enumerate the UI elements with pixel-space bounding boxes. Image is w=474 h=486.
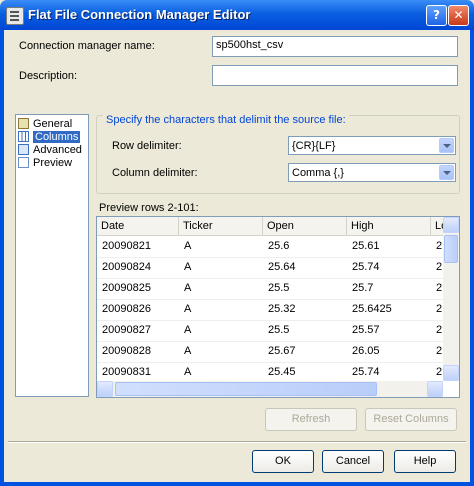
title-help-button[interactable]: ?: [426, 5, 447, 26]
table-cell: 26.05: [352, 345, 380, 357]
horizontal-scrollbar[interactable]: [97, 381, 443, 397]
table-cell: 2: [436, 282, 443, 294]
reset-columns-button[interactable]: Reset Columns: [365, 408, 457, 431]
connection-name-input[interactable]: sp500hst_csv: [212, 36, 458, 57]
advanced-icon: [18, 144, 29, 155]
row-delimiter-value: {CR}{LF}: [292, 140, 336, 152]
scroll-left-button[interactable]: [97, 381, 113, 397]
help-button[interactable]: Help: [394, 450, 456, 473]
window-title: Flat File Connection Manager Editor: [28, 7, 251, 22]
row-delimiter-select[interactable]: {CR}{LF}: [288, 136, 456, 155]
table-row[interactable]: 20090828 A 25.67 26.05 2: [97, 341, 443, 363]
nav-item-label: Preview: [33, 156, 73, 169]
table-cell: A: [184, 303, 192, 315]
row-delimiter-label: Row delimiter:: [112, 140, 182, 152]
column-header-low[interactable]: Lo: [431, 217, 443, 235]
description-input[interactable]: [212, 65, 458, 86]
table-cell: 25.74: [352, 366, 380, 378]
window-frame-bottom: [0, 482, 474, 486]
app-icon[interactable]: [6, 7, 24, 25]
table-cell: 25.74: [352, 261, 380, 273]
table-cell: A: [184, 240, 192, 252]
table-cell: 20090824: [102, 261, 151, 273]
table-cell: 25.61: [352, 240, 380, 252]
table-row[interactable]: 20090825 A 25.5 25.7 2: [97, 278, 443, 300]
preview-grid[interactable]: Date Ticker Open High Lo 20090821 A 25.6 25…: [96, 216, 460, 398]
chevron-down-icon[interactable]: [439, 165, 454, 180]
column-header-high[interactable]: High: [347, 217, 431, 235]
column-delimiter-value: Comma {,}: [292, 167, 344, 179]
table-row[interactable]: 20090827 A 25.5 25.57 2: [97, 320, 443, 342]
general-icon: [18, 118, 29, 129]
scroll-down-button[interactable]: [443, 365, 459, 381]
nav-item-label: General: [33, 117, 73, 130]
table-cell: 25.6: [268, 240, 290, 252]
table-cell: 2: [436, 366, 443, 378]
preview-rows-label: Preview rows 2-101:: [99, 202, 199, 214]
table-cell: 2: [436, 324, 443, 336]
title-close-button[interactable]: ✕: [448, 5, 469, 26]
vertical-scrollbar[interactable]: [443, 217, 459, 381]
columns-icon: [18, 131, 29, 142]
chevron-down-icon[interactable]: [439, 138, 454, 153]
table-cell: 20090827: [102, 324, 151, 336]
preview-icon: [18, 157, 29, 168]
nav-item-columns[interactable]: Columns: [18, 130, 81, 143]
nav-item-general[interactable]: General: [18, 117, 72, 130]
scroll-right-button[interactable]: [427, 381, 443, 397]
window-frame-left: [0, 30, 4, 486]
table-cell: A: [184, 282, 192, 294]
refresh-button[interactable]: Refresh: [265, 408, 357, 431]
table-row[interactable]: 20090826 A 25.32 25.6425 2: [97, 299, 443, 321]
footer-separator: [8, 441, 466, 443]
cancel-button[interactable]: Cancel: [322, 450, 384, 473]
table-cell: 20090821: [102, 240, 151, 252]
table-cell: A: [184, 345, 192, 357]
table-cell: 2: [436, 303, 443, 315]
table-cell: 25.57: [352, 324, 380, 336]
table-cell: 25.32: [268, 303, 296, 315]
table-cell: 25.67: [268, 345, 296, 357]
delimiter-group-title: Specify the characters that delimit the …: [103, 114, 349, 126]
window-frame-right: [470, 30, 474, 486]
table-cell: 25.5: [268, 282, 290, 294]
table-cell: A: [184, 324, 192, 336]
column-header-date[interactable]: Date: [97, 217, 179, 235]
table-cell: 25.7: [352, 282, 374, 294]
table-cell: 2: [436, 345, 443, 357]
nav-item-label: Columns: [33, 130, 81, 143]
table-cell: 25.6425: [352, 303, 392, 315]
table-cell: 25.5: [268, 324, 290, 336]
horizontal-scroll-thumb[interactable]: [115, 382, 377, 396]
table-cell: 20090828: [102, 345, 151, 357]
table-cell: 20090825: [102, 282, 151, 294]
scroll-up-button[interactable]: [443, 217, 459, 233]
title-bar[interactable]: Flat File Connection Manager Editor ? ✕: [0, 0, 474, 30]
table-cell: 2: [436, 261, 443, 273]
column-delimiter-label: Column delimiter:: [112, 167, 198, 179]
nav-item-label: Advanced: [33, 143, 82, 156]
table-cell: 20090826: [102, 303, 151, 315]
nav-item-advanced[interactable]: Advanced: [18, 143, 82, 156]
table-row[interactable]: 20090821 A 25.6 25.61 2: [97, 236, 443, 258]
table-cell: 25.45: [268, 366, 296, 378]
table-cell: A: [184, 261, 192, 273]
vertical-scroll-thumb[interactable]: [444, 235, 458, 263]
column-header-open[interactable]: Open: [263, 217, 347, 235]
ok-button[interactable]: OK: [252, 450, 314, 473]
page-nav-list: General Columns Advanced Preview: [15, 114, 89, 397]
table-cell: 2: [436, 240, 443, 252]
column-delimiter-select[interactable]: Comma {,}: [288, 163, 456, 182]
column-header-ticker[interactable]: Ticker: [179, 217, 263, 235]
description-label: Description:: [19, 70, 78, 82]
nav-item-preview[interactable]: Preview: [18, 156, 72, 169]
table-cell: A: [184, 366, 192, 378]
grid-header: Date Ticker Open High Lo: [97, 217, 443, 236]
table-cell: 25.64: [268, 261, 296, 273]
table-row[interactable]: 20090824 A 25.64 25.74 2: [97, 257, 443, 279]
connection-name-label: Connection manager name:: [19, 40, 155, 52]
table-cell: 20090831: [102, 366, 151, 378]
